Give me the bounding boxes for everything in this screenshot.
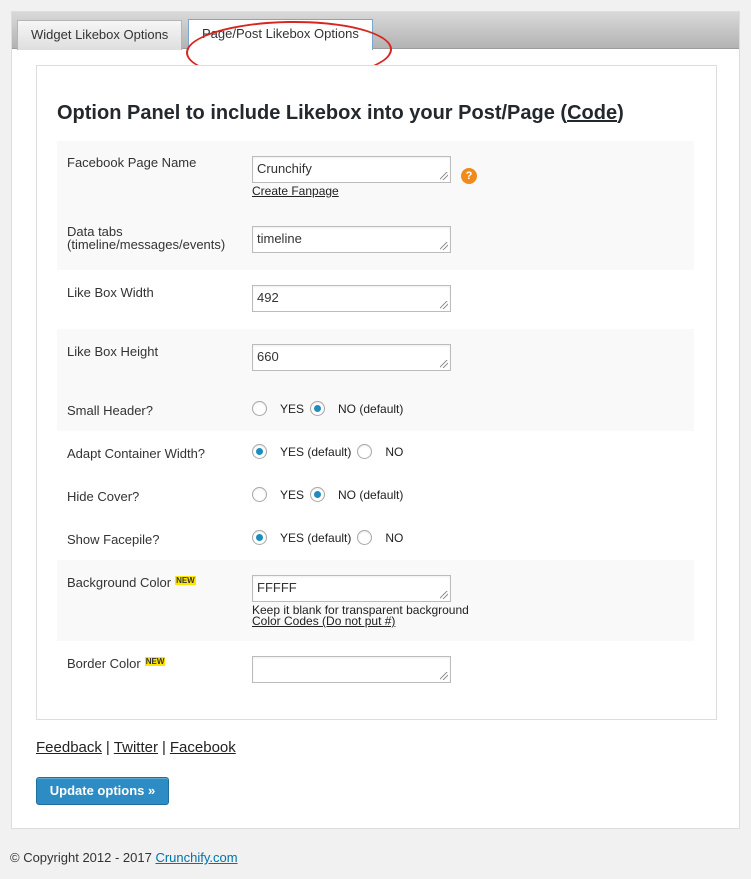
- adapt-width-no-radio[interactable]: [357, 444, 373, 459]
- tab-widget-likebox-options[interactable]: Widget Likebox Options: [17, 20, 183, 50]
- copyright: © Copyright 2012 - 2017 Crunchify.com: [10, 850, 238, 865]
- resize-grip-icon: [440, 360, 448, 368]
- twitter-link[interactable]: Twitter: [114, 739, 158, 756]
- row-width: Like Box Width 492: [57, 270, 694, 329]
- resize-grip-icon: [440, 591, 448, 599]
- width-input[interactable]: 492: [252, 285, 451, 312]
- tab-bar: Widget Likebox Options Page/Post Likebox…: [12, 12, 739, 50]
- show-facepile-radios: YES (default) NO: [252, 530, 409, 545]
- row-show-facepile: Show Facepile? YES (default) NO: [57, 517, 694, 560]
- show-facepile-yes-radio[interactable]: [252, 530, 267, 545]
- small-header-yes-radio[interactable]: [252, 401, 267, 416]
- adapt-width-no-label: NO: [385, 444, 404, 459]
- label-show-facepile: Show Facepile?: [67, 532, 160, 547]
- row-adapt-width: Adapt Container Width? YES (default) NO: [57, 431, 694, 474]
- facebook-link[interactable]: Facebook: [170, 739, 236, 756]
- adapt-width-yes-label: YES (default): [280, 444, 352, 459]
- hide-cover-no-label: NO (default): [338, 487, 404, 502]
- resize-grip-icon: [440, 301, 448, 309]
- small-header-no-label: NO (default): [338, 401, 404, 416]
- label-small-header: Small Header?: [67, 403, 153, 418]
- label-page-name: Facebook Page Name: [67, 155, 197, 170]
- show-facepile-no-label: NO: [385, 530, 404, 545]
- row-data-tabs: Data tabs (timeline/messages/events) time…: [57, 209, 694, 270]
- row-height: Like Box Height 660 Small Header? YES NO…: [57, 329, 694, 431]
- row-border-color: Border Color NEW: [57, 641, 694, 701]
- row-bg-color: Background Color NEW FFFFF Keep it blank …: [57, 560, 694, 641]
- label-adapt-width: Adapt Container Width?: [67, 446, 206, 461]
- border-color-input[interactable]: [252, 656, 451, 683]
- small-header-no-radio[interactable]: [310, 401, 326, 416]
- label-height: Like Box Height: [67, 344, 159, 359]
- label-data-tabs: Data tabs (timeline/messages/events): [67, 224, 226, 252]
- resize-grip-icon: [440, 242, 448, 250]
- hide-cover-radios: YES NO (default): [252, 487, 409, 502]
- small-header-radios: YES NO (default): [252, 401, 409, 416]
- label-border-color: Border Color NEW: [67, 656, 166, 671]
- code-link[interactable]: Code: [567, 102, 617, 124]
- resize-grip-icon: [440, 672, 448, 680]
- adapt-width-radios: YES (default) NO: [252, 444, 409, 459]
- color-codes-link[interactable]: Color Codes (Do not put #): [252, 614, 395, 628]
- help-icon[interactable]: ?: [461, 168, 477, 184]
- data-tabs-input[interactable]: timeline: [252, 226, 451, 253]
- hide-cover-no-radio[interactable]: [310, 487, 326, 502]
- hide-cover-yes-radio[interactable]: [252, 487, 267, 502]
- row-hide-cover: Hide Cover? YES NO (default): [57, 474, 694, 517]
- footer-links: Feedback | Twitter | Facebook: [36, 739, 236, 756]
- height-input[interactable]: 660: [252, 344, 451, 371]
- link-separator: |: [105, 739, 110, 756]
- hide-cover-yes-label: YES: [280, 487, 305, 502]
- small-header-yes-label: YES: [280, 401, 305, 416]
- bg-color-input[interactable]: FFFFF: [252, 575, 451, 602]
- crunchify-link[interactable]: Crunchify.com: [155, 850, 237, 865]
- show-facepile-yes-label: YES (default): [280, 530, 352, 545]
- label-bg-color: Background Color NEW: [67, 575, 196, 590]
- resize-grip-icon: [440, 172, 448, 180]
- create-fanpage-link[interactable]: Create Fanpage: [252, 184, 339, 198]
- link-separator: |: [161, 739, 166, 756]
- options-container: Widget Likebox Options Page/Post Likebox…: [11, 11, 740, 829]
- option-panel: Option Panel to include Likebox into you…: [36, 65, 717, 720]
- label-width: Like Box Width: [67, 285, 154, 300]
- feedback-link[interactable]: Feedback: [36, 739, 102, 756]
- new-badge: NEW: [175, 576, 196, 585]
- label-hide-cover: Hide Cover?: [67, 489, 140, 504]
- options-form: Facebook Page Name Crunchify ? Create Fa…: [57, 141, 694, 701]
- adapt-width-yes-radio[interactable]: [252, 444, 267, 459]
- row-page-name: Facebook Page Name Crunchify ? Create Fa…: [57, 141, 694, 209]
- new-badge: NEW: [144, 657, 166, 666]
- panel-title: Option Panel to include Likebox into you…: [57, 102, 624, 124]
- tab-page-post-likebox-options[interactable]: Page/Post Likebox Options: [188, 19, 373, 50]
- show-facepile-no-radio[interactable]: [357, 530, 373, 545]
- update-options-button[interactable]: Update options »: [36, 777, 169, 805]
- page-name-input[interactable]: Crunchify: [252, 156, 451, 183]
